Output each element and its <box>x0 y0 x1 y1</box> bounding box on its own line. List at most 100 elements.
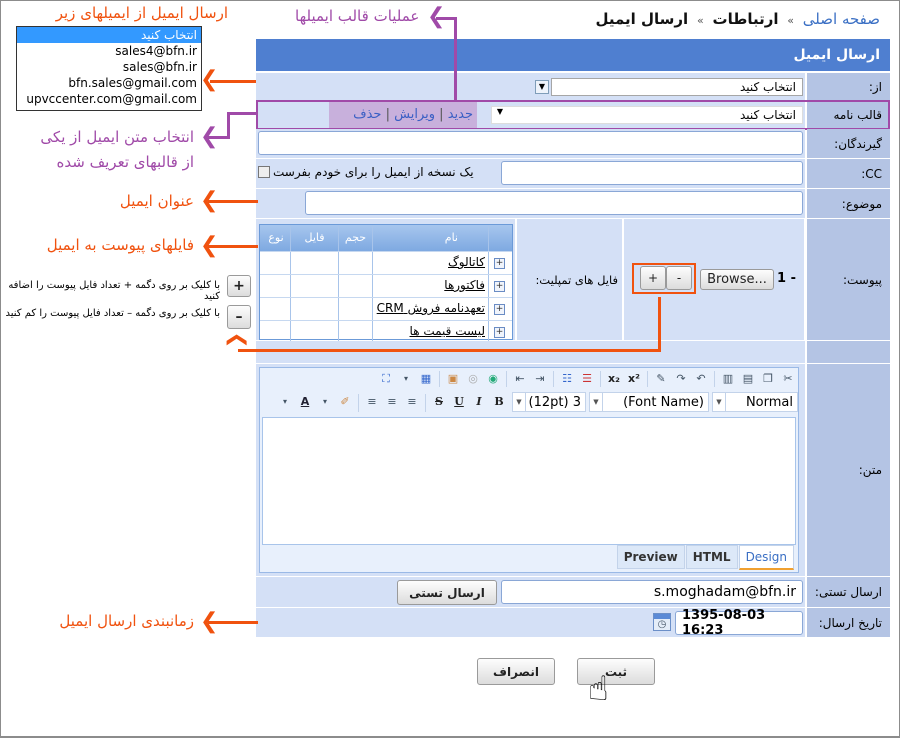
subject-input[interactable] <box>305 191 803 215</box>
expand-icon[interactable]: + <box>494 258 505 269</box>
template-files-label: فایل های تمپلیت: <box>517 219 622 340</box>
chevron-down-icon[interactable]: ▼ <box>535 80 549 94</box>
breadcrumb-home[interactable]: صفحه اصلی <box>803 10 880 28</box>
self-copy-checkbox[interactable] <box>258 166 270 178</box>
send-date-row: تاریخ ارسال: 1395-08-03 16:23 ◷ <box>256 608 890 638</box>
spellcheck-icon[interactable]: ✎ <box>651 369 671 389</box>
annotation-arrow-line <box>238 349 661 352</box>
send-date-input[interactable]: 1395-08-03 16:23 <box>675 608 803 638</box>
chevron-down-icon: ▼ <box>513 393 526 411</box>
highlight-icon[interactable]: ✐ <box>335 392 355 412</box>
column-size[interactable]: حجم <box>338 225 372 251</box>
paste-text-icon[interactable]: ▥ <box>718 369 738 389</box>
template-select[interactable]: انتخاب کنید <box>491 106 803 124</box>
align-right-icon[interactable]: ≡ <box>402 392 422 412</box>
from-option[interactable]: sales4@bfn.ir <box>17 43 201 59</box>
undo-icon[interactable]: ↶ <box>691 369 711 389</box>
template-delete-link[interactable]: حذف <box>353 107 381 122</box>
folder-name[interactable]: فاکتورها <box>372 275 488 297</box>
breadcrumb-current: ارسال ایمیل <box>595 10 689 28</box>
template-row: قالب نامه انتخاب کنید ▼ جدید | ویرایش | … <box>256 100 890 130</box>
chevron-down-icon[interactable]: ▾ <box>275 392 295 412</box>
editor-toolbar-row1: ✂ ❐ ▤ ▥ ↶ ↷ ✎ x² x₂ ☰ ☷ ⇥ ⇤ ◉ ◎ ▣ ▦ ▾ ⛶ <box>376 369 798 389</box>
insert-table-icon[interactable]: ▦ <box>416 369 436 389</box>
column-type[interactable]: نوع <box>262 225 290 251</box>
add-attachment-button[interactable]: + <box>640 266 666 290</box>
font-name-select[interactable]: ▼ (Font Name) <box>589 392 709 412</box>
recipients-row: گیرندگان: <box>256 129 890 158</box>
more-icon[interactable]: ▾ <box>396 369 416 389</box>
test-send-button[interactable]: ارسال تستی <box>397 580 497 605</box>
folder-name[interactable]: لیست قیمت ها <box>372 321 488 343</box>
body-label: متن: <box>807 364 890 576</box>
select-all-icon[interactable]: ⛶ <box>376 369 396 389</box>
insert-link-icon[interactable]: ◉ <box>483 369 503 389</box>
strikethrough-icon[interactable]: S <box>429 392 449 412</box>
annotation-arrow-line <box>208 136 229 139</box>
chevron-down-icon[interactable]: ▾ <box>315 392 335 412</box>
from-row: از: انتخاب کنید ▼ <box>256 73 890 101</box>
superscript-icon[interactable]: x² <box>624 369 644 389</box>
expand-icon[interactable]: + <box>494 327 505 338</box>
cc-label: CC: <box>807 159 890 188</box>
template-edit-link[interactable]: ویرایش <box>394 107 435 122</box>
separator: | <box>439 107 444 122</box>
outdent-icon[interactable]: ⇤ <box>510 369 530 389</box>
attachment-index: 1 - <box>777 271 796 286</box>
annotation-subject: عنوان ایمیل <box>119 192 194 210</box>
align-left-icon[interactable]: ≡ <box>362 392 382 412</box>
expand-icon[interactable]: + <box>494 281 505 292</box>
from-option[interactable]: upvccenter.com@gmail.com <box>17 91 201 107</box>
from-select[interactable]: انتخاب کنید <box>551 78 803 96</box>
editor-content-area[interactable] <box>262 417 796 545</box>
tab-preview[interactable]: Preview <box>616 545 685 569</box>
font-size-select[interactable]: ▼ 3 (12pt) <box>512 392 586 412</box>
column-file[interactable]: فایل <box>290 225 338 251</box>
cut-icon[interactable]: ✂ <box>778 369 798 389</box>
cc-input[interactable] <box>501 161 803 185</box>
align-center-icon[interactable]: ≡ <box>382 392 402 412</box>
test-send-email-input[interactable]: s.moghadam@bfn.ir <box>501 580 803 604</box>
subscript-icon[interactable]: x₂ <box>604 369 624 389</box>
separator: | <box>385 107 390 122</box>
tab-design[interactable]: Design <box>738 545 794 570</box>
redo-icon[interactable]: ↷ <box>671 369 691 389</box>
table-row: + کاتالوگ <box>260 251 512 274</box>
cancel-button[interactable]: انصراف <box>477 658 555 685</box>
column-name[interactable]: نام <box>372 225 488 251</box>
numbered-list-icon[interactable]: ☰ <box>577 369 597 389</box>
table-row: + لیست قیمت ها <box>260 320 512 343</box>
folder-name[interactable]: کاتالوگ <box>372 252 488 274</box>
from-option[interactable]: sales@bfn.ir <box>17 59 201 75</box>
tab-html[interactable]: HTML <box>685 545 738 569</box>
template-new-link[interactable]: جدید <box>448 107 473 122</box>
breadcrumb-section[interactable]: ارتباطات <box>713 10 779 28</box>
font-color-icon[interactable]: A <box>295 392 315 412</box>
chevron-down-icon[interactable]: ▼ <box>497 107 503 116</box>
bold-icon[interactable]: B <box>489 392 509 412</box>
folder-name[interactable]: تعهدنامه فروش CRM <box>372 298 488 320</box>
paste-icon[interactable]: ▤ <box>738 369 758 389</box>
send-date-label: تاریخ ارسال: <box>807 608 890 637</box>
chevron-down-icon: ▼ <box>590 393 603 411</box>
paragraph-style-select[interactable]: ▼ Normal <box>712 392 798 412</box>
remove-link-icon[interactable]: ◎ <box>463 369 483 389</box>
template-label: قالب نامه <box>807 102 890 128</box>
underline-icon[interactable]: U <box>449 392 469 412</box>
expand-icon[interactable]: + <box>494 304 505 315</box>
test-send-row: ارسال تستی: s.moghadam@bfn.ir ارسال تستی <box>256 577 890 607</box>
from-option[interactable]: bfn.sales@gmail.com <box>17 75 201 91</box>
remove-attachment-button[interactable]: - <box>666 266 692 290</box>
indent-icon[interactable]: ⇥ <box>530 369 550 389</box>
template-actions: جدید | ویرایش | حذف <box>329 102 477 128</box>
bulleted-list-icon[interactable]: ☷ <box>557 369 577 389</box>
italic-icon[interactable]: I <box>469 392 489 412</box>
calendar-icon[interactable]: ◷ <box>653 613 671 631</box>
browse-button[interactable]: Browse... <box>700 269 774 290</box>
copy-icon[interactable]: ❐ <box>758 369 778 389</box>
arrow-up-icon: ❮ <box>226 331 251 349</box>
breadcrumb-separator: » <box>696 14 704 27</box>
insert-image-icon[interactable]: ▣ <box>443 369 463 389</box>
recipients-input[interactable] <box>258 131 803 155</box>
from-option[interactable]: انتخاب کنید <box>17 27 201 43</box>
